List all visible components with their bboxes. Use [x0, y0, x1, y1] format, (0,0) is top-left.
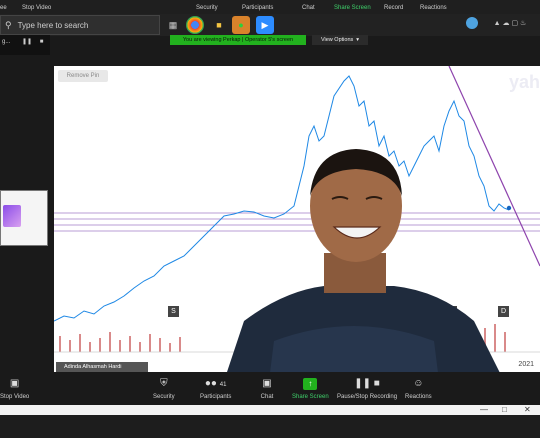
shield-icon: ⛨ [160, 378, 168, 389]
maximize-icon[interactable]: □ [502, 405, 507, 414]
remove-pin-button[interactable]: Remove Pin [58, 70, 108, 82]
pause-stop-recording-button[interactable]: ❚❚ ■ Pause/Stop Recording [337, 378, 397, 400]
chat-label: Chat [260, 394, 274, 400]
reactions-label: Reactions [405, 394, 432, 400]
screen-share-banner: You are viewing Perkap | Operator 5's sc… [170, 35, 306, 45]
system-tray-weather-icon[interactable] [466, 17, 478, 29]
split-marker[interactable]: S [168, 306, 179, 317]
file-explorer-icon[interactable]: ■ [210, 16, 228, 34]
volume-bar [69, 340, 71, 352]
top-zoom-toolbar: ee Stop Video Security Participants Chat… [0, 0, 540, 14]
search-placeholder: Type here to search [17, 20, 89, 30]
stop-icon[interactable]: ■ [40, 39, 44, 45]
volume-bar [89, 342, 91, 352]
security-label: Security [153, 394, 175, 400]
volume-bar [159, 338, 161, 352]
volume-bar [179, 337, 181, 352]
minimize-icon[interactable]: — [480, 405, 488, 414]
chat-bubble-icon: ▣ [262, 378, 272, 389]
view-options-label: View Options [320, 37, 354, 43]
volume-bar [149, 334, 151, 352]
volume-bar [109, 332, 111, 352]
speaker-video [227, 149, 500, 372]
top-security-button[interactable]: Security [196, 5, 218, 11]
mini-video-panel[interactable]: g... ❚❚ ■ [0, 35, 50, 55]
task-view-icon[interactable]: ▦ [164, 16, 182, 34]
volume-bar [169, 343, 171, 352]
window-chrome-bar [0, 405, 540, 415]
system-tray-icons[interactable]: ▲ ☁ ▢ ♨ [482, 17, 538, 29]
line-app-icon[interactable]: ● [232, 16, 250, 34]
volume-bar [139, 342, 141, 352]
chevron-down-icon: ▾ [356, 37, 360, 43]
participant-thumbnail[interactable] [0, 190, 48, 246]
thumbnail-image [3, 205, 21, 227]
chat-button[interactable]: ▣ Chat [260, 378, 274, 400]
volume-bar [119, 340, 121, 352]
volume-bar [59, 336, 61, 352]
search-icon: ⚲ [5, 19, 12, 30]
chrome-icon[interactable] [186, 16, 204, 34]
volume-bar [129, 336, 131, 352]
year-axis-label: 2021 [518, 361, 534, 368]
participant-name-tag: Adinda Alhasmah Hardi [56, 362, 148, 372]
volume-bar [99, 338, 101, 352]
zoom-app-icon[interactable]: ▶ [256, 16, 274, 34]
taskbar-search-box[interactable]: ⚲ Type here to search [0, 15, 160, 35]
emoji-icon: ☺ [413, 378, 424, 389]
pause-stop-recording-icon: ❚❚ ■ [354, 378, 380, 389]
participants-button[interactable]: ●● 41 Participants [200, 378, 231, 400]
share-screen-icon: ↑ [303, 378, 318, 390]
top-participants-button[interactable]: Participants [242, 5, 273, 11]
stop-video-label: Stop Video [0, 394, 30, 400]
reactions-button[interactable]: ☺ Reactions [405, 378, 432, 400]
pause-stop-recording-label: Pause/Stop Recording [337, 394, 398, 400]
top-share-screen-button[interactable]: Share Screen [334, 5, 371, 11]
participants-count: 41 [219, 382, 227, 388]
security-button[interactable]: ⛨ Security [153, 378, 175, 400]
participants-label: Participants [200, 394, 232, 400]
share-screen-button[interactable]: ↑ Share Screen [292, 378, 329, 400]
video-camera-icon: ▣ [9, 378, 20, 389]
stop-video-button[interactable]: ▣ Stop Video [0, 378, 29, 400]
mini-panel-label: g... [2, 39, 11, 45]
share-screen-label: Share Screen [292, 394, 329, 400]
top-video-item[interactable]: ee [0, 5, 7, 11]
lower-background [0, 415, 540, 438]
top-stop-video-button[interactable]: Stop Video [22, 5, 51, 11]
close-icon[interactable]: ✕ [524, 405, 531, 414]
pause-icon[interactable]: ❚❚ [22, 39, 32, 45]
volume-bar [79, 334, 81, 352]
yahoo-watermark: yah [508, 72, 540, 92]
shared-screen-view: Remove Pin yah S D D 2021 [54, 66, 540, 372]
participants-icon: ●● 41 [204, 378, 227, 389]
top-chat-button[interactable]: Chat [302, 5, 315, 11]
top-reactions-button[interactable]: Reactions [420, 5, 447, 11]
top-record-button[interactable]: Record [384, 5, 403, 11]
view-options-button[interactable]: View Options ▾ [312, 35, 368, 45]
